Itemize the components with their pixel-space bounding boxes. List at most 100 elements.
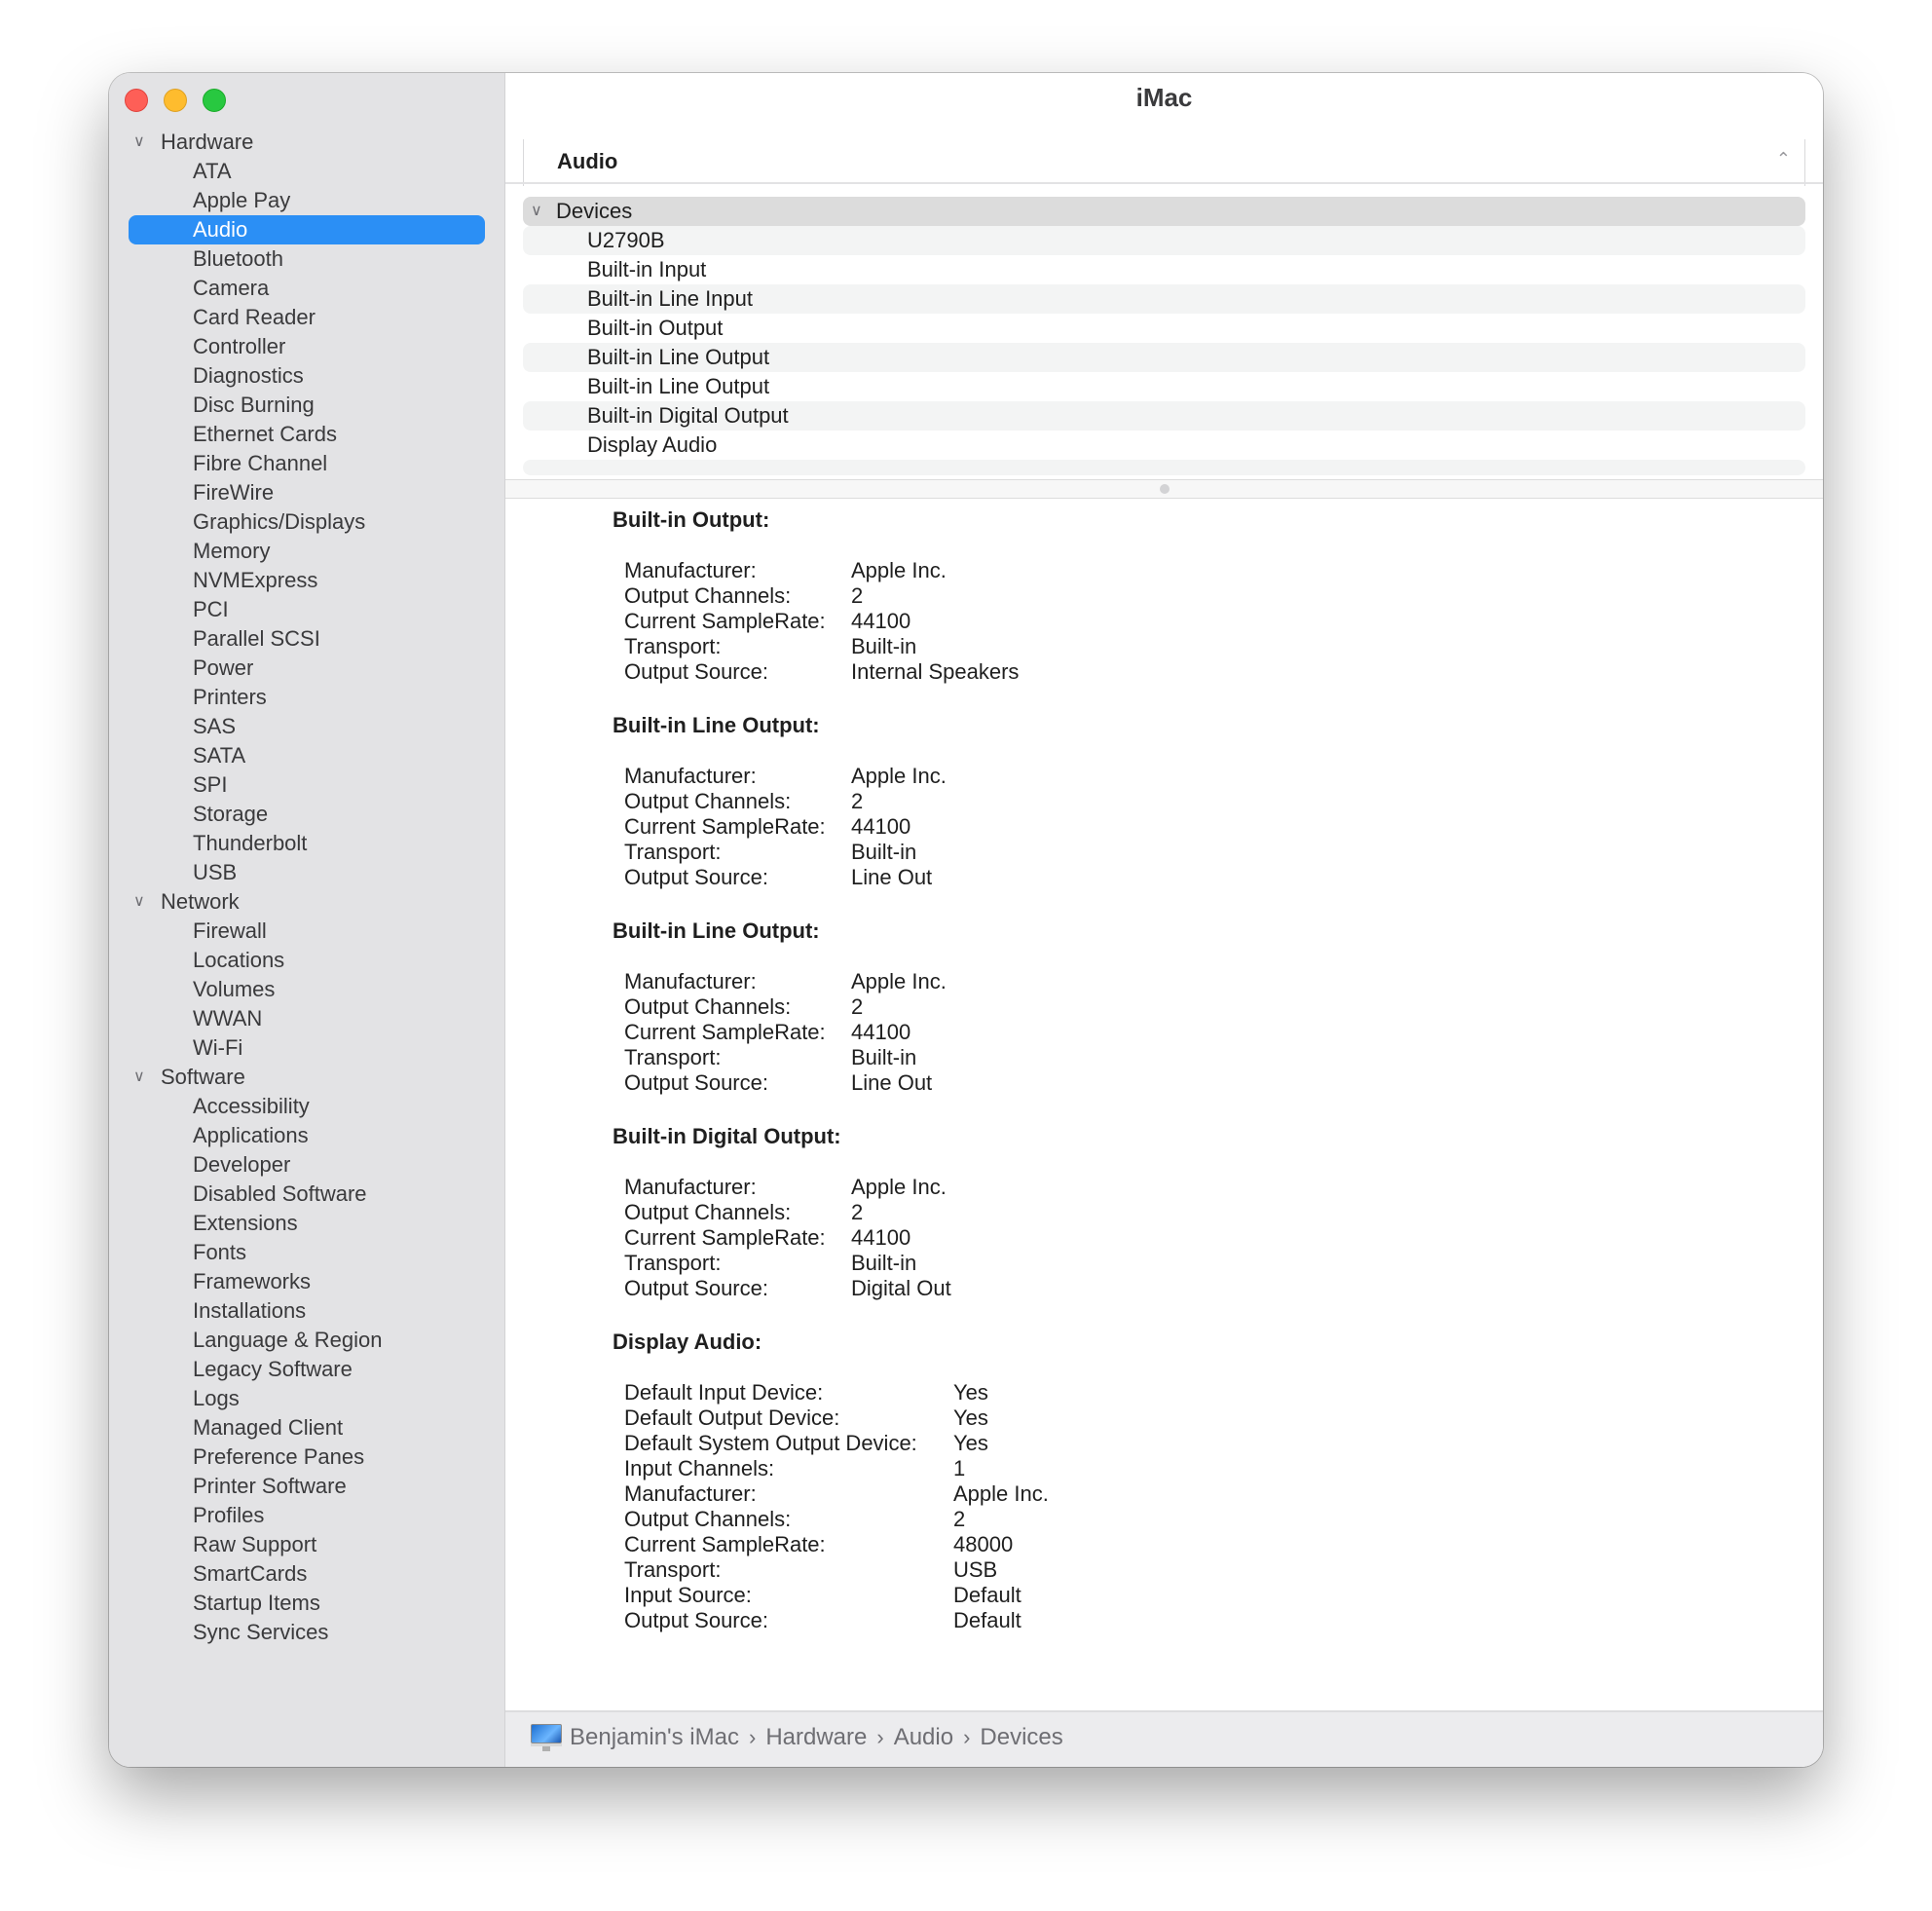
- field-key: Current SampleRate:: [624, 1532, 826, 1556]
- list-item[interactable]: Built-in Line Output: [523, 343, 1805, 372]
- maximize-button[interactable]: [203, 89, 226, 112]
- list-item[interactable]: Built-in Digital Output: [523, 401, 1805, 431]
- sidebar-item-fibre-channel[interactable]: Fibre Channel: [109, 449, 504, 478]
- sidebar-item-preference-panes[interactable]: Preference Panes: [109, 1443, 504, 1472]
- sidebar-item-smartcards[interactable]: SmartCards: [109, 1559, 504, 1589]
- chevron-down-icon[interactable]: ∨: [531, 197, 542, 226]
- field-value: 48000: [953, 1532, 1014, 1556]
- sidebar-item-volumes[interactable]: Volumes: [109, 975, 504, 1004]
- sidebar-item-accessibility[interactable]: Accessibility: [109, 1092, 504, 1121]
- list-item[interactable]: Built-in Input: [523, 255, 1805, 284]
- sidebar-item-firewall[interactable]: Firewall: [109, 917, 504, 946]
- field-key: Output Source:: [624, 1276, 768, 1300]
- sidebar-item-profiles[interactable]: Profiles: [109, 1501, 504, 1530]
- sidebar-item-label: Startup Items: [193, 1591, 320, 1615]
- list-item[interactable]: Built-in Line Input: [523, 284, 1805, 314]
- sidebar-item-ethernet-cards[interactable]: Ethernet Cards: [109, 420, 504, 449]
- sidebar-item-nvmexpress[interactable]: NVMExpress: [109, 566, 504, 595]
- sidebar-item-applications[interactable]: Applications: [109, 1121, 504, 1150]
- sidebar-item-storage[interactable]: Storage: [109, 800, 504, 829]
- close-button[interactable]: [125, 89, 148, 112]
- list-item[interactable]: Display Audio: [523, 431, 1805, 460]
- sidebar-item-startup-items[interactable]: Startup Items: [109, 1589, 504, 1618]
- sidebar-item-diagnostics[interactable]: Diagnostics: [109, 361, 504, 391]
- sidebar-item-usb[interactable]: USB: [109, 858, 504, 887]
- sidebar-group-software[interactable]: ∨ Software: [109, 1063, 504, 1092]
- list-item[interactable]: Built-in Output: [523, 314, 1805, 343]
- field-key: Manufacturer:: [624, 1175, 757, 1199]
- sidebar-item-sas[interactable]: SAS: [109, 712, 504, 741]
- list-item[interactable]: Built-in Line Output: [523, 372, 1805, 401]
- sidebar-item-developer[interactable]: Developer: [109, 1150, 504, 1180]
- sidebar-item-language-region[interactable]: Language & Region: [109, 1326, 504, 1355]
- list-group-devices[interactable]: ∨ Devices: [523, 197, 1805, 226]
- sidebar-item-sata[interactable]: SATA: [109, 741, 504, 770]
- breadcrumb-item-hardware[interactable]: Hardware: [765, 1724, 867, 1751]
- sidebar-item-managed-client[interactable]: Managed Client: [109, 1413, 504, 1443]
- sidebar-item-memory[interactable]: Memory: [109, 537, 504, 566]
- sidebar-item-printers[interactable]: Printers: [109, 683, 504, 712]
- sidebar-group-network[interactable]: ∨ Network: [109, 887, 504, 917]
- sidebar-item-apple-pay[interactable]: Apple Pay: [109, 186, 504, 215]
- detail-field: Output Channels: 2: [613, 583, 1784, 609]
- column-header[interactable]: Audio ⌃: [523, 139, 1805, 186]
- path-bar: Benjamin's iMac › Hardware › Audio › Devices: [505, 1710, 1823, 1767]
- field-value: 2: [851, 1200, 864, 1224]
- sidebar-item-label: WWAN: [193, 1006, 263, 1030]
- sidebar-item-raw-support[interactable]: Raw Support: [109, 1530, 504, 1559]
- sidebar-item-fonts[interactable]: Fonts: [109, 1238, 504, 1267]
- detail-field: Output Source: Line Out: [613, 865, 1784, 890]
- sidebar-item-firewire[interactable]: FireWire: [109, 478, 504, 507]
- field-key: Transport:: [624, 840, 722, 864]
- sidebar-item-legacy-software[interactable]: Legacy Software: [109, 1355, 504, 1384]
- sidebar-item-wi-fi[interactable]: Wi-Fi: [109, 1033, 504, 1063]
- sidebar-item-frameworks[interactable]: Frameworks: [109, 1267, 504, 1296]
- sidebar-item-card-reader[interactable]: Card Reader: [109, 303, 504, 332]
- sidebar-item-audio[interactable]: Audio: [109, 215, 504, 244]
- sidebar-item-thunderbolt[interactable]: Thunderbolt: [109, 829, 504, 858]
- sidebar-group-hardware[interactable]: ∨ Hardware: [109, 128, 504, 157]
- sidebar-item-disabled-software[interactable]: Disabled Software: [109, 1180, 504, 1209]
- sidebar-item-logs[interactable]: Logs: [109, 1384, 504, 1413]
- sidebar-item-extensions[interactable]: Extensions: [109, 1209, 504, 1238]
- breadcrumb-item-devices[interactable]: Devices: [980, 1724, 1062, 1751]
- sidebar-item-pci[interactable]: PCI: [109, 595, 504, 624]
- field-key: Current SampleRate:: [624, 814, 826, 839]
- detail-field: Default System Output Device: Yes: [613, 1431, 1784, 1456]
- sidebar-item-parallel-scsi[interactable]: Parallel SCSI: [109, 624, 504, 654]
- sidebar-item-printer-software[interactable]: Printer Software: [109, 1472, 504, 1501]
- sidebar-item-graphics-displays[interactable]: Graphics/Displays: [109, 507, 504, 537]
- sidebar-item-ata[interactable]: ATA: [109, 157, 504, 186]
- chevron-down-icon[interactable]: ∨: [133, 1063, 145, 1092]
- sidebar-item-power[interactable]: Power: [109, 654, 504, 683]
- breadcrumb-item-audio[interactable]: Audio: [894, 1724, 953, 1751]
- sidebar-item-bluetooth[interactable]: Bluetooth: [109, 244, 504, 274]
- detail-section: Built-in Line Output: Manufacturer: Apple …: [613, 917, 1784, 1096]
- sidebar-item-controller[interactable]: Controller: [109, 332, 504, 361]
- sidebar-item-locations[interactable]: Locations: [109, 946, 504, 975]
- system-information-window: ∨ Hardware ATA Apple Pay Audio Bluetooth Camer…: [109, 73, 1823, 1767]
- sidebar-item-spi[interactable]: SPI: [109, 770, 504, 800]
- list-item[interactable]: U2790B: [523, 226, 1805, 255]
- field-key: Current SampleRate:: [624, 1225, 826, 1250]
- chevron-right-icon: ›: [963, 1725, 971, 1749]
- chevron-down-icon[interactable]: ∨: [133, 887, 145, 917]
- minimize-button[interactable]: [164, 89, 187, 112]
- sidebar-item-sync-services[interactable]: Sync Services: [109, 1618, 504, 1647]
- splitter-handle[interactable]: [1159, 484, 1170, 494]
- chevron-up-icon[interactable]: ⌃: [1776, 149, 1791, 169]
- field-key: Default System Output Device:: [624, 1431, 917, 1455]
- breadcrumb-item-benjamin-s-imac[interactable]: Benjamin's iMac: [570, 1724, 739, 1751]
- chevron-down-icon[interactable]: ∨: [133, 128, 145, 157]
- sidebar-item-installations[interactable]: Installations: [109, 1296, 504, 1326]
- detail-field: Output Channels: 2: [613, 1200, 1784, 1225]
- split-view-divider[interactable]: [505, 479, 1823, 499]
- sidebar-item-wwan[interactable]: WWAN: [109, 1004, 504, 1033]
- sidebar-item-label: Storage: [193, 802, 269, 826]
- detail-field: Output Source: Digital Out: [613, 1276, 1784, 1301]
- field-key: Output Channels:: [624, 789, 792, 813]
- sidebar-item-disc-burning[interactable]: Disc Burning: [109, 391, 504, 420]
- chevron-right-icon: ›: [876, 1725, 884, 1749]
- sidebar-group-label: Software: [161, 1065, 245, 1089]
- sidebar-item-camera[interactable]: Camera: [109, 274, 504, 303]
